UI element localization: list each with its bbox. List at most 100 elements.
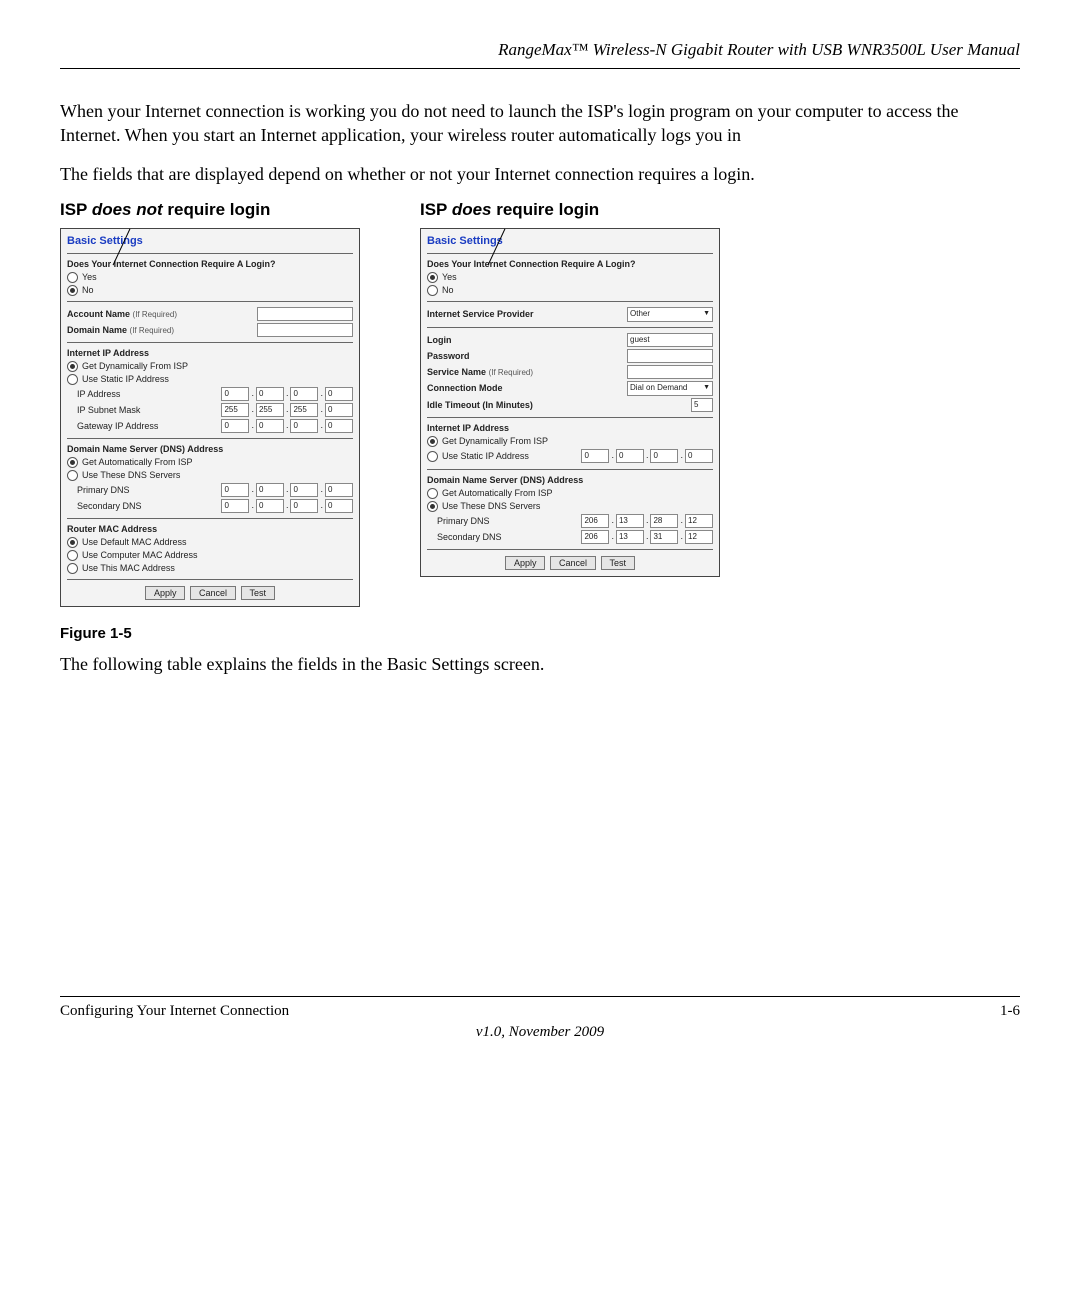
figure-columns: ISP does not require login Basic Setting…	[60, 200, 1020, 607]
domain-name-input[interactable]	[257, 323, 353, 337]
radio-static[interactable]: Use Static IP Address	[427, 451, 581, 462]
pdns-label: Primary DNS	[437, 516, 581, 526]
service-name-input[interactable]	[627, 365, 713, 379]
ip-octet[interactable]: 0	[256, 483, 284, 497]
radio-row-no[interactable]: No	[427, 285, 713, 296]
ip-octet[interactable]: 255	[256, 403, 284, 417]
password-label: Password	[427, 351, 627, 361]
radio-yes[interactable]	[67, 272, 78, 283]
radio-icon[interactable]	[67, 361, 78, 372]
field-idle-timeout: Idle Timeout (In Minutes) 5	[427, 398, 713, 412]
field-secondary-dns: Secondary DNS 0.0.0.0	[67, 499, 353, 513]
label-dyn: Get Dynamically From ISP	[442, 436, 548, 446]
ip-octet[interactable]: 0	[221, 387, 249, 401]
settings-panel-no-login: Basic Settings Does Your Internet Connec…	[60, 228, 360, 607]
ip-octet[interactable]: 0	[290, 419, 318, 433]
gateway-octets: 0.0.0.0	[221, 419, 353, 433]
ip-octet[interactable]: 0	[290, 387, 318, 401]
ip-octet[interactable]: 0	[325, 419, 353, 433]
divider	[67, 342, 353, 343]
radio-mac-default[interactable]: Use Default MAC Address	[67, 537, 353, 548]
radio-row-yes[interactable]: Yes	[427, 272, 713, 283]
test-button[interactable]: Test	[241, 586, 276, 600]
test-button[interactable]: Test	[601, 556, 636, 570]
heading-emphasis: does not	[92, 200, 163, 219]
radio-row-no[interactable]: No	[67, 285, 353, 296]
radio-icon[interactable]	[67, 374, 78, 385]
ip-octet[interactable]: 206	[581, 530, 609, 544]
label-mac-default: Use Default MAC Address	[82, 537, 187, 547]
ip-octet[interactable]: 0	[221, 419, 249, 433]
password-input[interactable]	[627, 349, 713, 363]
ip-octet[interactable]: 0	[290, 499, 318, 513]
right-column: ISP does require login Basic Settings Do…	[420, 200, 720, 607]
ip-octet[interactable]: 0	[616, 449, 644, 463]
panel-title: Basic Settings	[67, 235, 353, 247]
radio-mac-computer[interactable]: Use Computer MAC Address	[67, 550, 353, 561]
field-primary-dns: Primary DNS 206.13.28.12	[427, 514, 713, 528]
radio-mac-this[interactable]: Use This MAC Address	[67, 563, 353, 574]
radio-icon[interactable]	[67, 537, 78, 548]
heading-text: require login	[492, 200, 600, 219]
radio-row-yes[interactable]: Yes	[67, 272, 353, 283]
radio-icon[interactable]	[67, 563, 78, 574]
ip-octet[interactable]: 13	[616, 514, 644, 528]
radio-use-dns[interactable]: Use These DNS Servers	[67, 470, 353, 481]
radio-icon[interactable]	[427, 488, 438, 499]
login-input[interactable]: guest	[627, 333, 713, 347]
section-dns: Domain Name Server (DNS) Address	[427, 475, 713, 485]
radio-dyn-isp[interactable]: Get Dynamically From ISP	[67, 361, 353, 372]
ip-octet[interactable]: 0	[650, 449, 678, 463]
ip-octet[interactable]: 0	[325, 387, 353, 401]
radio-icon[interactable]	[67, 550, 78, 561]
radio-no[interactable]	[427, 285, 438, 296]
ip-octet[interactable]: 0	[325, 483, 353, 497]
ip-octet[interactable]: 0	[325, 499, 353, 513]
ip-octet[interactable]: 0	[256, 419, 284, 433]
ip-octet[interactable]: 12	[685, 514, 713, 528]
divider	[427, 549, 713, 550]
account-name-input[interactable]	[257, 307, 353, 321]
cancel-button[interactable]: Cancel	[550, 556, 596, 570]
isp-select[interactable]: Other▼	[627, 307, 713, 322]
radio-use-dns[interactable]: Use These DNS Servers	[427, 501, 713, 512]
divider	[427, 327, 713, 328]
apply-button[interactable]: Apply	[505, 556, 546, 570]
radio-icon[interactable]	[427, 451, 438, 462]
ip-octet[interactable]: 0	[325, 403, 353, 417]
radio-dyn-isp[interactable]: Get Dynamically From ISP	[427, 436, 713, 447]
ip-octet[interactable]: 13	[616, 530, 644, 544]
ip-octet[interactable]: 31	[650, 530, 678, 544]
label-static: Use Static IP Address	[442, 451, 529, 461]
ip-octet[interactable]: 0	[290, 483, 318, 497]
radio-static[interactable]: Use Static IP Address	[67, 374, 353, 385]
ip-octet[interactable]: 206	[581, 514, 609, 528]
ip-octet[interactable]: 0	[256, 499, 284, 513]
radio-auto-dns[interactable]: Get Automatically From ISP	[67, 457, 353, 468]
radio-icon[interactable]	[67, 457, 78, 468]
ip-octet[interactable]: 0	[221, 499, 249, 513]
radio-icon[interactable]	[67, 470, 78, 481]
ip-octet[interactable]: 0	[581, 449, 609, 463]
radio-icon[interactable]	[427, 436, 438, 447]
sdns-label: Secondary DNS	[77, 501, 221, 511]
divider	[67, 518, 353, 519]
section-mac: Router MAC Address	[67, 524, 353, 534]
ip-octet[interactable]: 0	[685, 449, 713, 463]
ip-octet[interactable]: 0	[256, 387, 284, 401]
radio-icon[interactable]	[427, 501, 438, 512]
ip-octet[interactable]: 12	[685, 530, 713, 544]
cancel-button[interactable]: Cancel	[190, 586, 236, 600]
ip-octet[interactable]: 0	[221, 483, 249, 497]
ip-octet[interactable]: 255	[290, 403, 318, 417]
radio-no-selected[interactable]	[67, 285, 78, 296]
sdns-octets: 0.0.0.0	[221, 499, 353, 513]
conn-mode-select[interactable]: Dial on Demand▼	[627, 381, 713, 396]
ip-octet[interactable]: 255	[221, 403, 249, 417]
radio-auto-dns[interactable]: Get Automatically From ISP	[427, 488, 713, 499]
idle-input[interactable]: 5	[691, 398, 713, 412]
ip-octet[interactable]: 28	[650, 514, 678, 528]
apply-button[interactable]: Apply	[145, 586, 186, 600]
radio-yes-selected[interactable]	[427, 272, 438, 283]
button-row: Apply Cancel Test	[67, 586, 353, 600]
